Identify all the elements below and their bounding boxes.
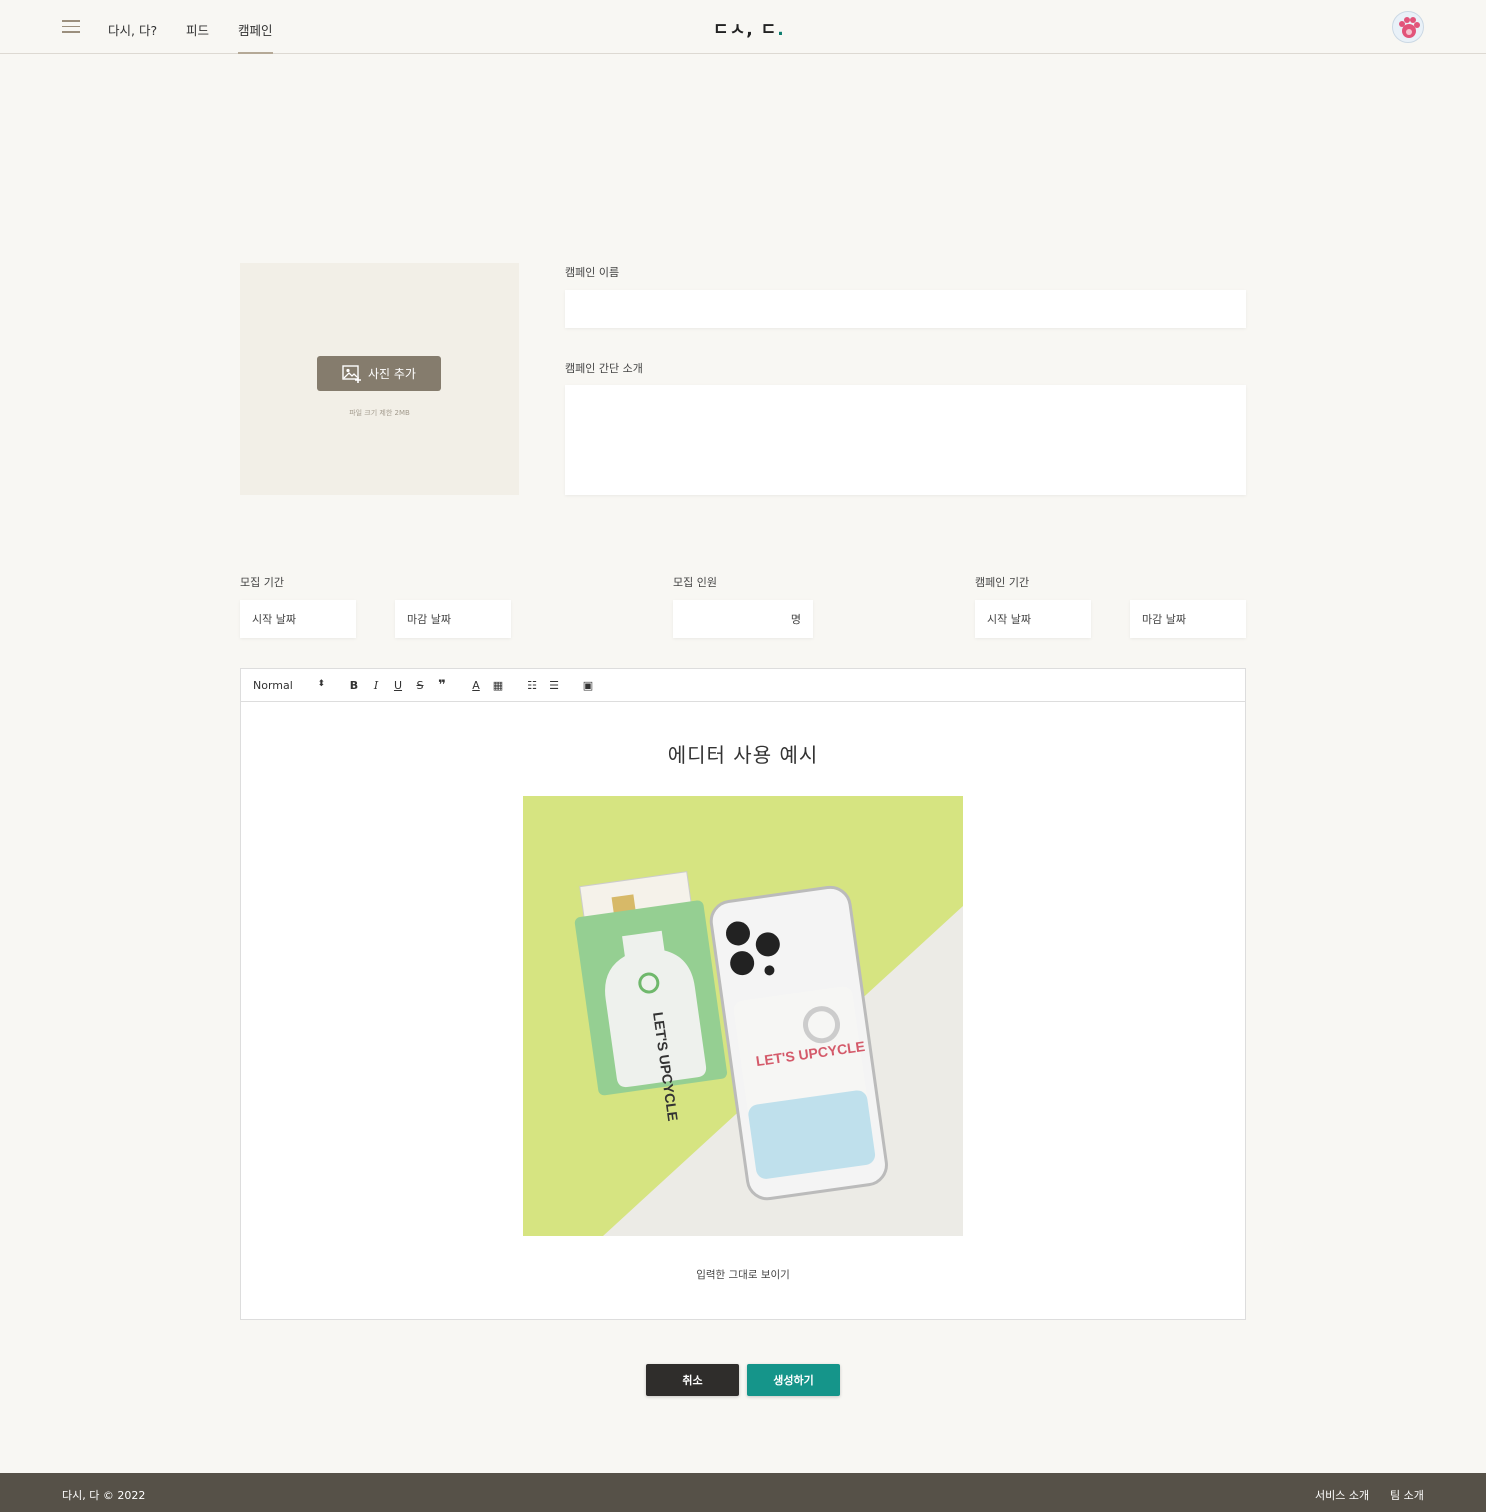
site-footer: 다시, 다 © 2022 서비스 소개 팀 소개 xyxy=(0,1473,1486,1512)
hamburger-menu-icon[interactable] xyxy=(62,20,80,34)
blockquote-icon[interactable]: ❞ xyxy=(431,678,453,693)
footer-team-link[interactable]: 팀 소개 xyxy=(1390,1487,1424,1503)
recruit-count-label: 모집 인원 xyxy=(673,576,717,589)
text-color-icon[interactable]: A xyxy=(465,679,487,692)
recruit-period-label: 모집 기간 xyxy=(240,576,284,589)
background-color-icon[interactable]: ▦ xyxy=(487,679,509,692)
add-image-icon xyxy=(342,364,361,383)
create-campaign-button[interactable]: 생성하기 xyxy=(747,1364,840,1396)
campaign-intro-textarea[interactable] xyxy=(565,385,1246,495)
campaign-intro-label: 캠페인 간단 소개 xyxy=(565,362,643,375)
photo-upload-area[interactable]: 사진 추가 파일 크기 제한 2MB xyxy=(240,263,519,495)
paw-avatar-icon xyxy=(1399,17,1420,38)
recruit-end-date-input[interactable]: 마감 날짜 xyxy=(395,600,511,638)
file-size-hint: 파일 크기 제한 2MB xyxy=(349,409,410,417)
editor-sample-image: LET'S UPCYCLE LET'S UPCYCLE xyxy=(523,796,963,1236)
format-select[interactable]: Normal ⬍ xyxy=(253,679,325,692)
add-photo-label: 사진 추가 xyxy=(368,367,416,381)
select-arrows-icon: ⬍ xyxy=(317,678,325,689)
recruit-count-unit: 명 xyxy=(790,613,801,626)
nav-link-about[interactable]: 다시, 다? xyxy=(108,20,157,39)
italic-icon[interactable]: I xyxy=(365,679,387,692)
format-select-value: Normal xyxy=(253,678,293,692)
rich-text-editor[interactable]: Normal ⬍ B I U S ❞ A ▦ ☷ ☰ ▣ 에디터 사용 예시 L… xyxy=(240,668,1246,1320)
ordered-list-icon[interactable]: ☷ xyxy=(521,679,543,692)
campaign-name-input[interactable] xyxy=(565,290,1246,328)
bold-icon[interactable]: B xyxy=(343,679,365,692)
insert-image-icon[interactable]: ▣ xyxy=(577,679,599,692)
nav-link-feed[interactable]: 피드 xyxy=(186,20,209,39)
editor-toolbar: Normal ⬍ B I U S ❞ A ▦ ☷ ☰ ▣ xyxy=(241,669,1245,702)
upcycle-phone-image: LET'S UPCYCLE LET'S UPCYCLE xyxy=(523,796,963,1236)
campaign-start-date-input[interactable]: 시작 날짜 xyxy=(975,600,1091,638)
strikethrough-icon[interactable]: S xyxy=(409,679,431,692)
underline-icon[interactable]: U xyxy=(387,679,409,692)
editor-sample-title: 에디터 사용 예시 xyxy=(667,743,819,767)
nav-link-campaign[interactable]: 캠페인 xyxy=(238,20,273,54)
cancel-button[interactable]: 취소 xyxy=(646,1364,739,1396)
recruit-start-date-input[interactable]: 시작 날짜 xyxy=(240,600,356,638)
bullet-list-icon[interactable]: ☰ xyxy=(543,679,565,692)
add-photo-button[interactable]: 사진 추가 xyxy=(317,356,441,391)
user-avatar[interactable] xyxy=(1392,11,1424,43)
footer-copyright: 다시, 다 © 2022 xyxy=(62,1489,146,1502)
campaign-period-label: 캠페인 기간 xyxy=(975,576,1030,589)
top-header: 다시, 다? 피드 캠페인 ㄷㅅ, ㄷ. xyxy=(0,0,1486,54)
campaign-end-date-input[interactable]: 마감 날짜 xyxy=(1130,600,1246,638)
footer-service-link[interactable]: 서비스 소개 xyxy=(1315,1487,1369,1503)
site-logo[interactable]: ㄷㅅ, ㄷ. xyxy=(713,15,785,40)
editor-sample-caption: 입력한 그대로 보이기 xyxy=(696,1269,790,1281)
recruit-count-input[interactable]: 명 xyxy=(673,600,813,638)
campaign-name-label: 캠페인 이름 xyxy=(565,266,620,279)
